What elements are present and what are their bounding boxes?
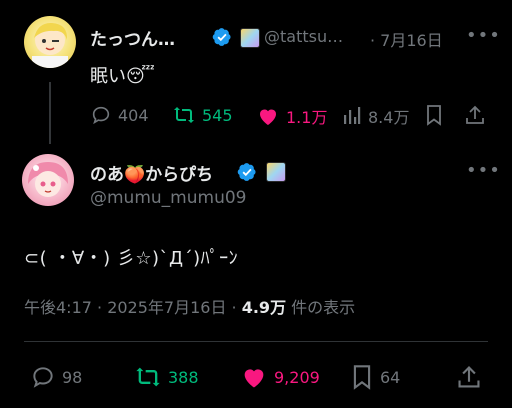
author-name-part-1: のあ: [90, 165, 124, 185]
reply-button-2[interactable]: 98: [30, 364, 82, 390]
like-count: 1.1万: [286, 108, 328, 127]
retweet-icon-2: [136, 367, 160, 387]
views-button[interactable]: 8.4万: [342, 104, 409, 128]
sleepy-emoji: 😴: [126, 66, 155, 87]
share-icon[interactable]: [464, 104, 486, 126]
analytics-icon: [344, 107, 361, 124]
thread-connector-line: [49, 82, 51, 144]
tweet-text-2: ⊂( ・∀・) 彡☆)`Д´)ﾊﾟｰﾝ: [24, 248, 239, 269]
reply-button[interactable]: 404: [90, 104, 149, 126]
tweet-text-row: 眠い😴: [90, 62, 155, 88]
views-count: 8.4万: [368, 108, 410, 127]
bookmark-icon-2: [353, 365, 371, 390]
avatar-noa[interactable]: [22, 154, 74, 206]
tweet-text: 眠い: [90, 66, 126, 87]
avatar-tattsun[interactable]: [24, 16, 76, 68]
author-name-part-2: からぴち: [145, 165, 214, 185]
author-display-name-2[interactable]: のあ🍑からぴち: [90, 160, 213, 185]
tweet-meta: 午後4:17 · 2025年7月16日 · 4.9万 件の表示: [24, 294, 355, 318]
like-button[interactable]: 1.1万: [256, 104, 327, 128]
views-label: 件の表示: [291, 298, 356, 317]
verified-badge-icon: [212, 27, 232, 47]
affiliate-badge-icon-2: [266, 162, 286, 182]
author-display-name[interactable]: たっつん…: [90, 25, 175, 50]
reply-count-2: 98: [62, 367, 83, 387]
author-handle-2[interactable]: @mumu_mumu09: [90, 188, 246, 208]
bookmark-icon[interactable]: [424, 104, 444, 126]
peach-emoji: 🍑: [124, 165, 146, 185]
heart-icon: [260, 109, 276, 125]
views-total: 4.9万: [241, 298, 287, 317]
divider: [24, 341, 488, 342]
retweet-button-2[interactable]: 388: [134, 364, 199, 390]
bookmark-count: 64: [380, 367, 401, 387]
verified-badge-icon-2: [237, 162, 257, 182]
tweet-timestamp[interactable]: 午後4:17 · 2025年7月16日 ·: [24, 298, 237, 317]
share-icon-2[interactable]: [456, 364, 482, 390]
like-count-2: 9,209: [274, 367, 320, 387]
more-options-icon-2[interactable]: •••: [466, 160, 501, 181]
retweet-button[interactable]: 545: [172, 104, 233, 126]
retweet-icon: [174, 107, 194, 123]
reply-icon: [92, 106, 110, 125]
tweet-date[interactable]: · 7月16日: [370, 27, 443, 51]
reply-count: 404: [118, 105, 149, 125]
retweet-count: 545: [202, 105, 233, 125]
heart-icon-2: [244, 369, 264, 388]
author-handle[interactable]: @tattsu…: [264, 27, 343, 46]
retweet-count-2: 388: [168, 367, 199, 387]
like-button-2[interactable]: 9,209: [240, 364, 320, 390]
more-options-icon[interactable]: •••: [466, 25, 501, 46]
affiliate-badge-icon: [240, 28, 260, 48]
reply-icon-2: [33, 367, 53, 388]
bookmark-button-2[interactable]: 64: [350, 364, 400, 390]
